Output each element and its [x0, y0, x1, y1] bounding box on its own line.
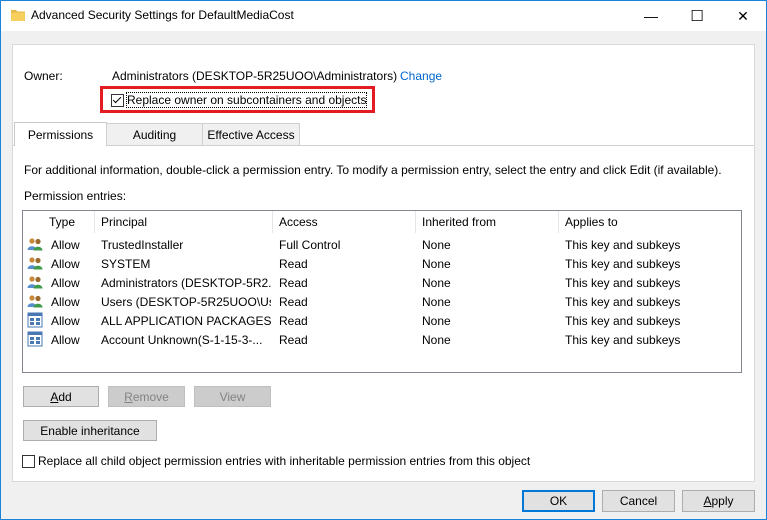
- cell-type: Allow: [51, 295, 80, 309]
- tab-label: Permissions: [27, 127, 94, 142]
- table-row[interactable]: Allow ALL APPLICATION PACKAGES Read None Thi…: [23, 311, 741, 330]
- owner-value: Administrators (DESKTOP-5R25UOO\Administ…: [112, 69, 398, 83]
- change-owner-link[interactable]: Change: [400, 69, 442, 83]
- permission-entries-list[interactable]: Type Principal Access Inherited from App…: [22, 210, 742, 373]
- cell-type: Allow: [51, 238, 80, 252]
- cell-applies: This key and subkeys: [565, 333, 681, 347]
- cell-inherited: None: [422, 314, 451, 328]
- title-bar[interactable]: Advanced Security Settings for DefaultMe…: [1, 1, 766, 31]
- add-button-label: Add: [50, 389, 72, 404]
- cell-inherited: None: [422, 276, 451, 290]
- cell-type: Allow: [51, 314, 80, 328]
- cell-applies: This key and subkeys: [565, 276, 681, 290]
- table-row[interactable]: Allow SYSTEM Read None This key and subkeys: [23, 254, 741, 273]
- replace-owner-label[interactable]: Replace owner on subcontainers and objec…: [125, 92, 368, 108]
- column-header-inherited-from[interactable]: Inherited from: [416, 211, 559, 233]
- maximize-icon: ☐: [690, 8, 704, 25]
- cell-applies: This key and subkeys: [565, 314, 681, 328]
- minimize-button[interactable]: —: [628, 1, 674, 31]
- replace-child-permissions-checkbox[interactable]: [22, 455, 35, 468]
- users-icon: [27, 255, 43, 271]
- apply-button-label: Apply: [703, 494, 734, 508]
- window-title: Advanced Security Settings for DefaultMe…: [31, 8, 294, 22]
- remove-button[interactable]: Remove: [108, 386, 185, 407]
- column-header-principal[interactable]: Principal: [95, 211, 273, 233]
- permission-entries-label: Permission entries:: [24, 189, 127, 203]
- cancel-button-label: Cancel: [619, 494, 658, 508]
- minimize-icon: —: [644, 8, 658, 24]
- cell-inherited: None: [422, 333, 451, 347]
- cell-inherited: None: [422, 238, 451, 252]
- info-text: For additional information, double-click…: [24, 163, 722, 177]
- cell-access: Read: [279, 295, 308, 309]
- table-row[interactable]: Allow TrustedInstaller Full Control None Thi…: [23, 235, 741, 254]
- close-button[interactable]: ✕: [720, 1, 766, 31]
- users-icon: [27, 236, 43, 252]
- cell-access: Read: [279, 314, 308, 328]
- cell-type: Allow: [51, 276, 80, 290]
- tab-label: Effective Access: [207, 127, 295, 142]
- tab-auditing[interactable]: Auditing: [106, 123, 203, 145]
- folder-icon: [11, 10, 25, 21]
- close-icon: ✕: [737, 7, 749, 24]
- table-row[interactable]: Allow Users (DESKTOP-5R25UOO\Us... Read Non…: [23, 292, 741, 311]
- tab-permissions[interactable]: Permissions: [14, 122, 107, 146]
- cell-principal: TrustedInstaller: [101, 238, 184, 252]
- cell-applies: This key and subkeys: [565, 257, 681, 271]
- apply-button[interactable]: Apply: [682, 490, 755, 512]
- view-button[interactable]: View: [194, 386, 271, 407]
- cell-access: Read: [279, 276, 308, 290]
- enable-inheritance-label: Enable inheritance: [40, 423, 140, 438]
- table-row[interactable]: Allow Administrators (DESKTOP-5R2... Read N…: [23, 273, 741, 292]
- cell-principal: Account Unknown(S-1-15-3-...: [101, 333, 263, 347]
- enable-inheritance-button[interactable]: Enable inheritance: [23, 420, 157, 441]
- column-header-applies-to[interactable]: Applies to: [559, 211, 741, 233]
- cell-inherited: None: [422, 295, 451, 309]
- users-icon: [27, 274, 43, 290]
- cell-type: Allow: [51, 257, 80, 271]
- cell-principal: ALL APPLICATION PACKAGES: [101, 314, 271, 328]
- remove-button-label: Remove: [124, 389, 169, 404]
- view-button-label: View: [219, 389, 246, 404]
- tab-divider: [12, 145, 754, 146]
- tab-label: Auditing: [132, 127, 177, 142]
- tab-effective-access[interactable]: Effective Access: [202, 123, 300, 145]
- cell-inherited: None: [422, 257, 451, 271]
- column-header-type[interactable]: Type: [43, 211, 95, 233]
- cell-applies: This key and subkeys: [565, 238, 681, 252]
- column-header-access[interactable]: Access: [273, 211, 416, 233]
- cell-principal: SYSTEM: [101, 257, 151, 271]
- maximize-button[interactable]: ☐: [674, 1, 720, 31]
- replace-owner-checkbox[interactable]: [111, 94, 124, 107]
- cancel-button[interactable]: Cancel: [602, 490, 675, 512]
- cell-type: Allow: [51, 333, 80, 347]
- cell-access: Read: [279, 257, 308, 271]
- users-icon: [27, 293, 43, 309]
- cell-principal: Administrators (DESKTOP-5R2...: [101, 276, 271, 290]
- ok-button[interactable]: OK: [522, 490, 595, 512]
- app-package-icon: [27, 331, 43, 347]
- replace-child-permissions-label[interactable]: Replace all child object permission entr…: [38, 454, 530, 468]
- cell-applies: This key and subkeys: [565, 295, 681, 309]
- app-package-icon: [27, 312, 43, 328]
- add-button[interactable]: Add: [23, 386, 99, 407]
- ok-button-label: OK: [549, 494, 568, 508]
- table-row[interactable]: Allow Account Unknown(S-1-15-3-... Read Non…: [23, 330, 741, 349]
- cell-access: Read: [279, 333, 308, 347]
- cell-principal: Users (DESKTOP-5R25UOO\Us...: [101, 295, 271, 309]
- cell-access: Full Control: [279, 238, 341, 252]
- owner-label: Owner:: [24, 69, 63, 83]
